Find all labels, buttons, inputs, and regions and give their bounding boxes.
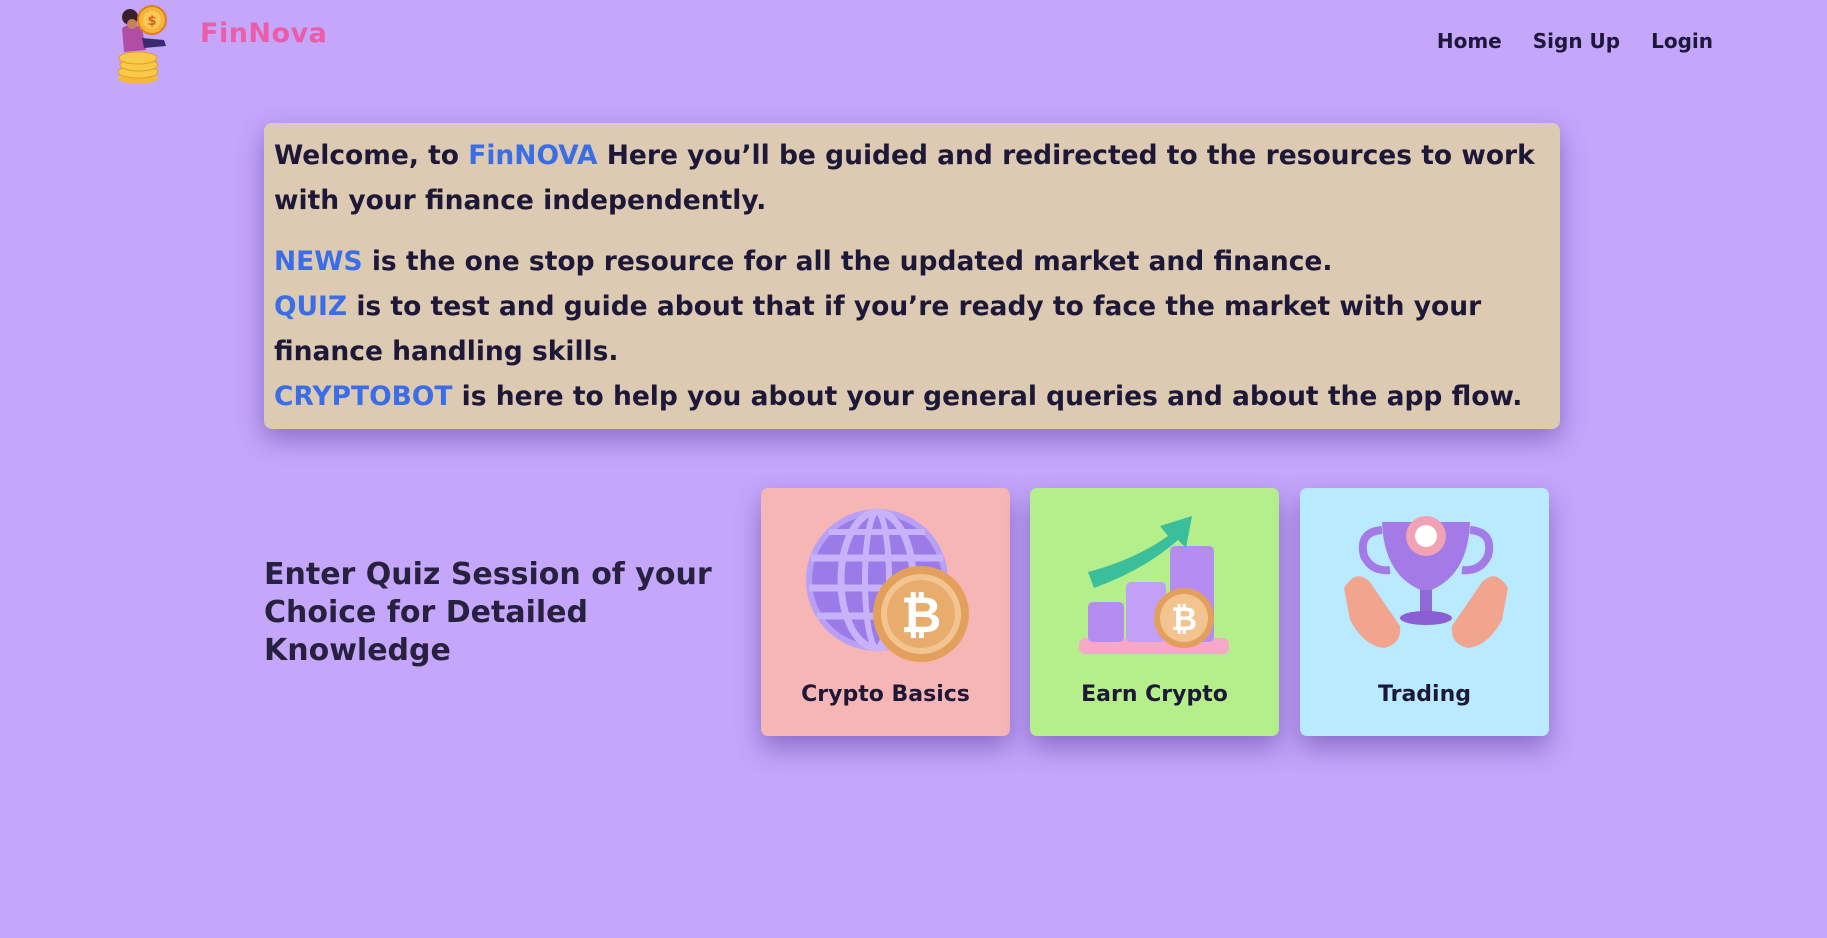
main-nav: Home Sign Up Login [1437,29,1713,53]
svg-text:₿: ₿ [901,586,942,644]
cryptobot-paragraph: CRYPTOBOT is here to help you about your… [274,374,1540,419]
intro-panel: Welcome, to FinNOVA Here you’ll be guide… [264,123,1560,429]
quiz-card-label: Earn Crypto [1081,682,1228,707]
news-paragraph: NEWS is the one stop resource for all th… [274,239,1540,284]
nav-login-link[interactable]: Login [1651,29,1713,53]
welcome-paragraph: Welcome, to FinNOVA Here you’ll be guide… [274,133,1540,223]
quiz-keyword: QUIZ [274,291,348,322]
globe-bitcoin-icon: ₿ [806,508,969,662]
trophy-hands-icon [1344,516,1508,648]
quiz-card-label: Trading [1378,682,1471,707]
nav-signup-link[interactable]: Sign Up [1533,29,1620,53]
quiz-section-heading: Enter Quiz Session of your Choice for De… [264,557,712,668]
svg-text:₿: ₿ [1171,600,1197,638]
quiz-card-trading[interactable]: Trading [1300,488,1549,736]
growth-chart-bitcoin-icon: ₿ [1079,516,1229,654]
news-text: is the one stop resource for all the upd… [362,246,1333,277]
cryptobot-keyword: CRYPTOBOT [274,381,453,412]
news-keyword: NEWS [274,246,363,277]
welcome-brand: FinNOVA [468,140,598,171]
quiz-paragraph: QUIZ is to test and guide about that if … [274,284,1540,374]
quiz-card-earn-crypto[interactable]: ₿ Earn Crypto [1030,488,1279,736]
svg-text:$: $ [147,14,156,29]
brand-name[interactable]: FinNova [200,18,327,49]
quiz-card-label: Crypto Basics [801,682,970,707]
welcome-prefix: Welcome, to [274,140,469,171]
logo[interactable]: $ [112,0,182,86]
quiz-text: is to test and guide about that if you’r… [274,291,1482,367]
coin-person-logo-icon: $ [117,5,167,84]
quiz-card-crypto-basics[interactable]: ₿ Crypto Basics [761,488,1010,736]
nav-home-link[interactable]: Home [1437,29,1502,53]
cryptobot-text: is here to help you about your general q… [452,381,1523,412]
